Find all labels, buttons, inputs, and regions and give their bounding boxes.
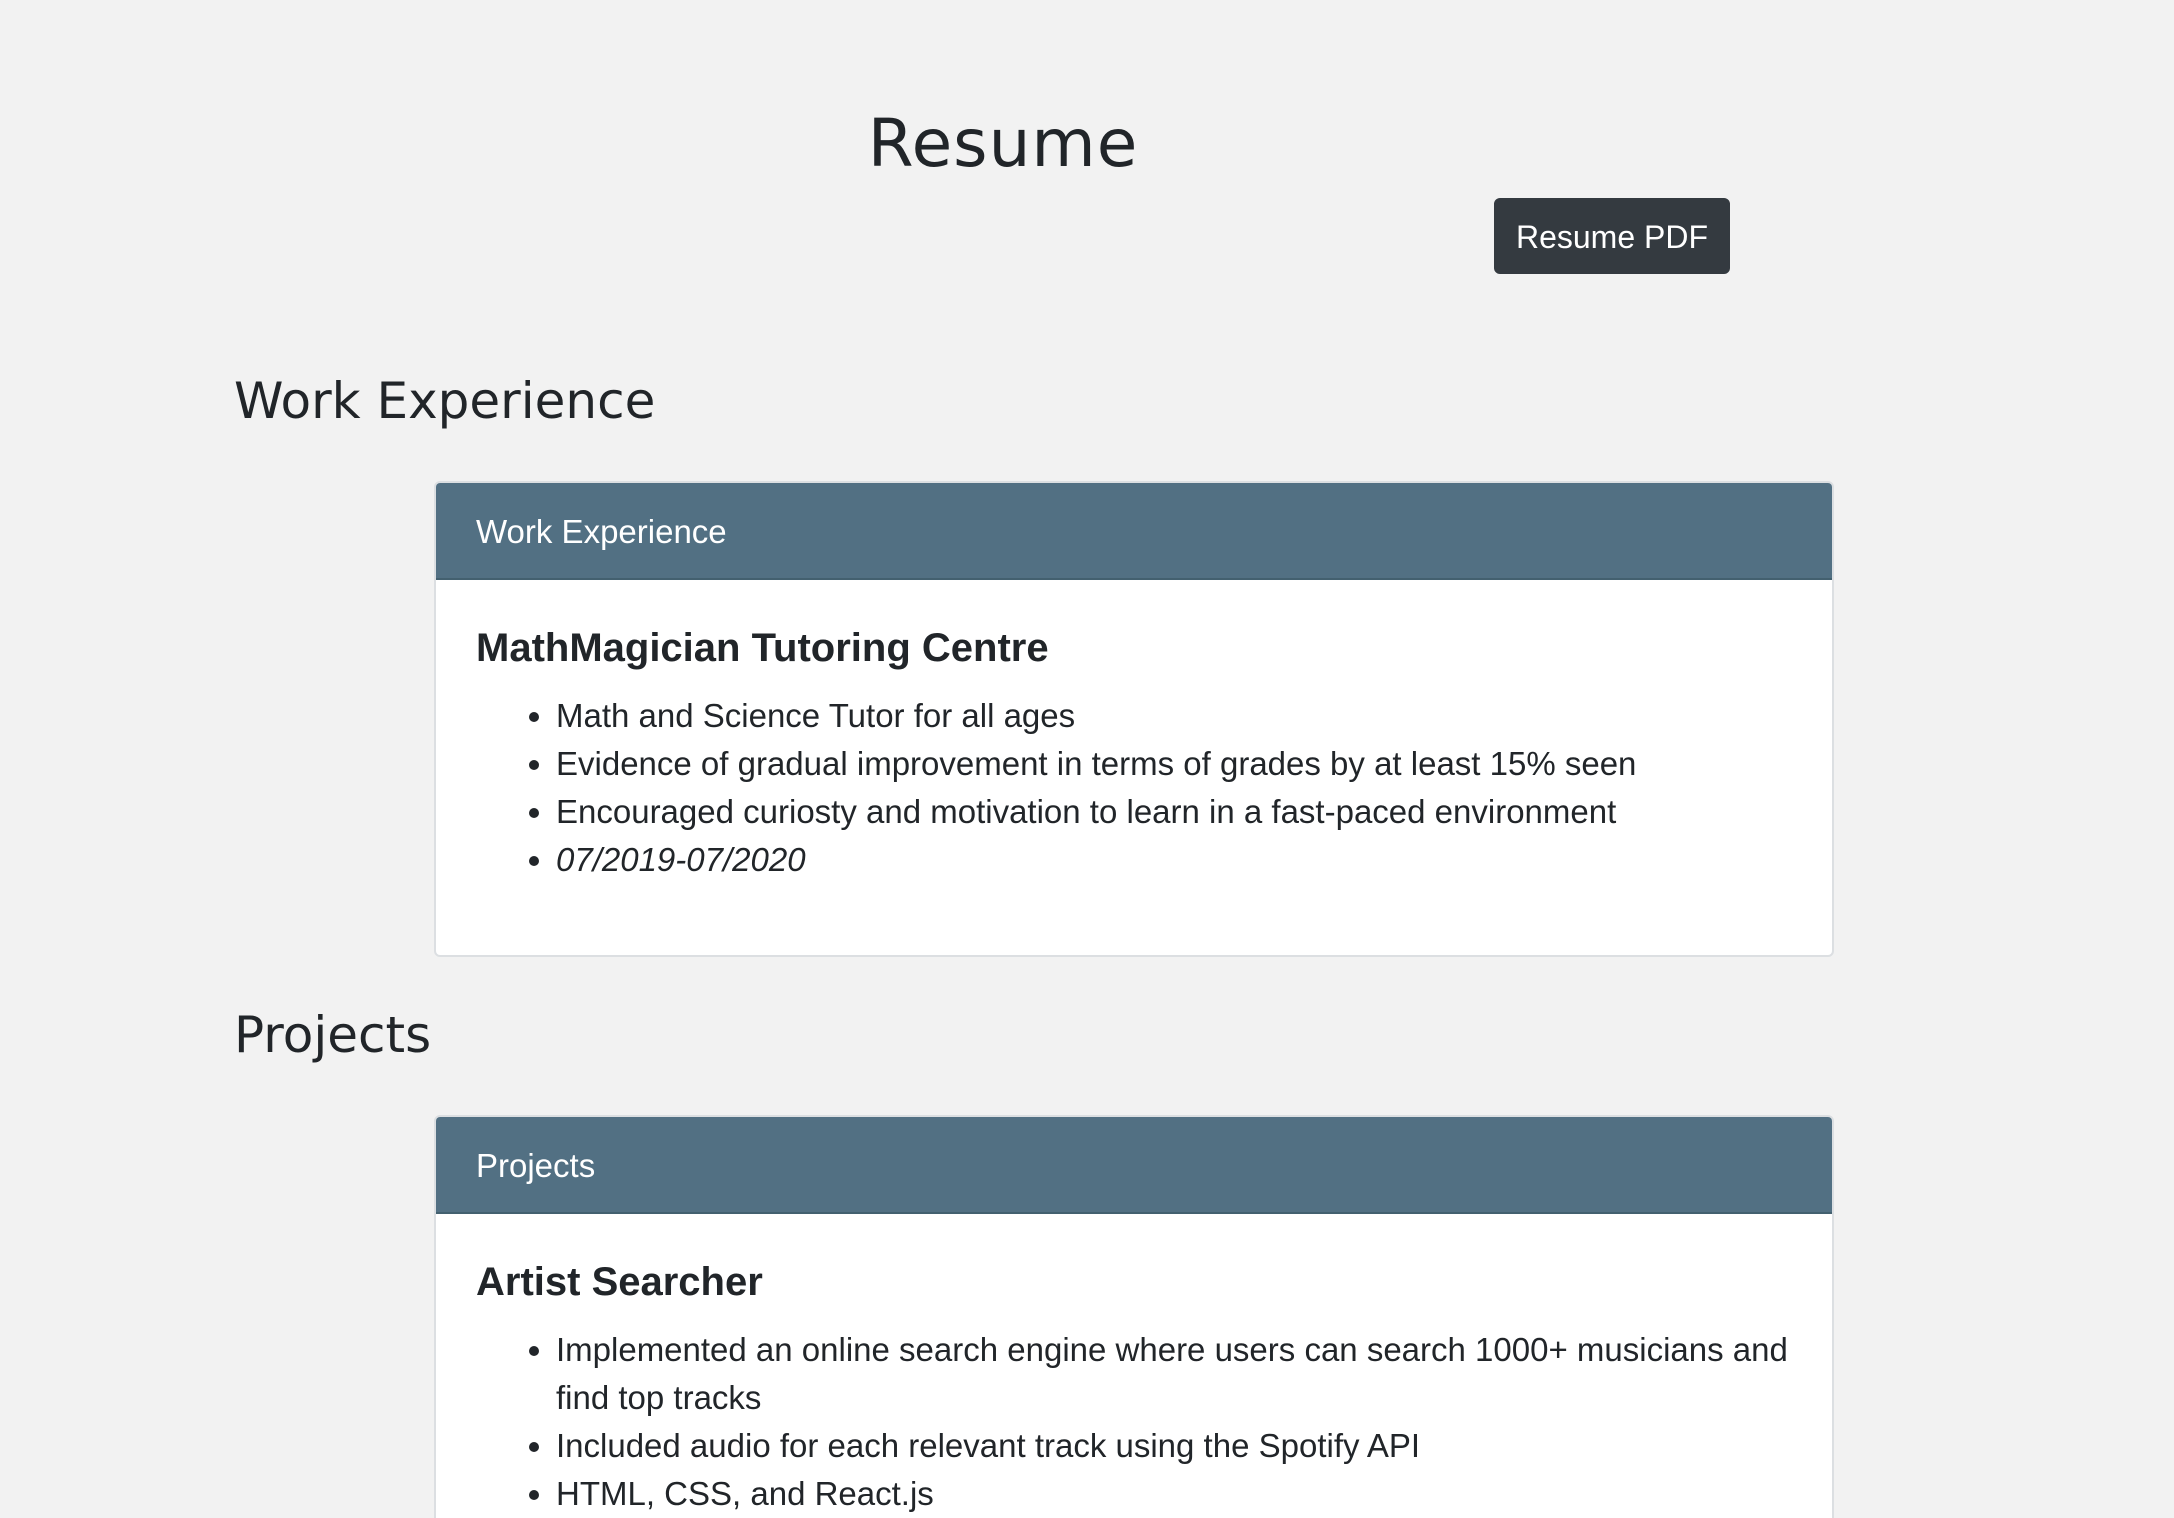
work-entry-bullets: Math and Science Tutor for all ages Evid… [476, 692, 1792, 884]
work-entry-dates: 07/2019-07/2020 [556, 836, 1792, 884]
projects-card: Projects Artist Searcher Implemented an … [434, 1115, 1834, 1518]
resume-pdf-button[interactable]: Resume PDF [1494, 198, 1730, 274]
work-experience-card-body: MathMagician Tutoring Centre Math and Sc… [436, 580, 1832, 924]
work-experience-card: Work Experience MathMagician Tutoring Ce… [434, 481, 1834, 957]
list-item: Included audio for each relevant track u… [556, 1422, 1792, 1470]
projects-card-body: Artist Searcher Implemented an online se… [436, 1214, 1832, 1518]
projects-heading: Projects [234, 1006, 432, 1064]
project-entry-title: Artist Searcher [476, 1260, 763, 1304]
resume-page: Resume Resume PDF Work Experience Work E… [0, 0, 2174, 1518]
projects-card-header: Projects [436, 1117, 1832, 1214]
page-title: Resume [867, 105, 1139, 182]
work-experience-card-header: Work Experience [436, 483, 1832, 580]
list-item: Encouraged curiosty and motivation to le… [556, 788, 1792, 836]
list-item: Implemented an online search engine wher… [556, 1326, 1792, 1422]
work-experience-heading: Work Experience [234, 372, 656, 430]
list-item: HTML, CSS, and React.js [556, 1470, 1792, 1518]
list-item: Evidence of gradual improvement in terms… [556, 740, 1792, 788]
list-item: Math and Science Tutor for all ages [556, 692, 1792, 740]
work-entry-title: MathMagician Tutoring Centre [476, 626, 1049, 670]
project-entry-bullets: Implemented an online search engine wher… [476, 1326, 1792, 1518]
